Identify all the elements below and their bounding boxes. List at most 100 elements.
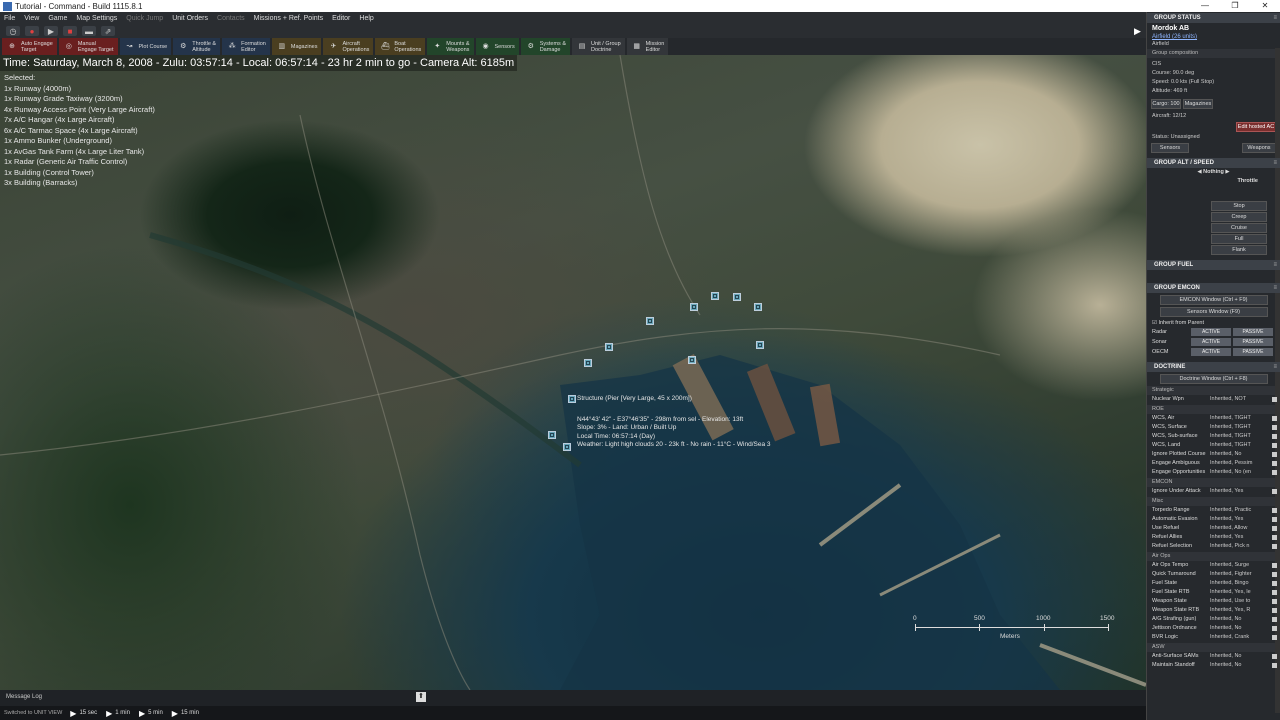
facility-unit-icon[interactable] (688, 356, 696, 364)
dropdown-icon[interactable] (1272, 572, 1277, 577)
dropdown-icon[interactable] (1272, 508, 1277, 513)
sonar-passive-toggle[interactable]: PASSIVE (1233, 338, 1273, 346)
toolbar-button-systems[interactable]: ⚙ Systems & Damage (520, 38, 570, 55)
dropdown-icon[interactable] (1272, 590, 1277, 595)
doctrine-window-button[interactable]: Doctrine Window (Ctrl + F8) (1159, 374, 1268, 384)
dropdown-icon[interactable] (1272, 461, 1277, 466)
doctrine-row[interactable]: WCS, Surface Inherited, TIGHT (1147, 423, 1280, 432)
dropdown-icon[interactable] (1272, 617, 1277, 622)
dropdown-icon[interactable] (1272, 626, 1277, 631)
menu-quick-jump[interactable]: Quick Jump (126, 15, 163, 22)
facility-unit-icon[interactable] (646, 317, 654, 325)
facility-unit-icon[interactable] (584, 359, 592, 367)
doctrine-row[interactable]: Engage Ambiguous Inherited, Pessim (1147, 459, 1280, 468)
map-view[interactable]: Time: Saturday, March 8, 2008 - Zulu: 03… (0, 55, 1146, 690)
play-icon[interactable]: ▶ (44, 26, 58, 36)
dropdown-icon[interactable] (1272, 654, 1277, 659)
emcon-window-button[interactable]: EMCON Window (Ctrl + F9) (1159, 295, 1268, 305)
doctrine-row[interactable]: Ignore Plotted Course Inherited, No (1147, 450, 1280, 459)
dropdown-icon[interactable] (1272, 526, 1277, 531)
sensors-button[interactable]: Sensors (1151, 143, 1189, 153)
doctrine-row[interactable]: Engage Opportunities Inherited, No (en (1147, 468, 1280, 477)
group-emcon-header[interactable]: GROUP EMCON ≡ (1147, 283, 1280, 293)
oecm-passive-toggle[interactable]: PASSIVE (1233, 348, 1273, 356)
toolbar-button-sensor[interactable]: ◉ Sensors (475, 38, 519, 55)
menu-map-settings[interactable]: Map Settings (76, 15, 117, 22)
sensors-window-button[interactable]: Sensors Window (F9) (1159, 307, 1268, 317)
dropdown-icon[interactable] (1272, 443, 1277, 448)
toolbar-button-magazine[interactable]: ▥ Magazines (271, 38, 322, 55)
time-step-15min[interactable]: 15 min (181, 710, 199, 716)
play-15sec-icon[interactable]: ▶ (70, 709, 76, 718)
doctrine-row[interactable]: BVR Logic Inherited, Crank (1147, 633, 1280, 642)
dropdown-icon[interactable] (1272, 470, 1277, 475)
maximize-button[interactable]: ❐ (1220, 0, 1250, 12)
toolbar-button-doctrine[interactable]: ▤ Unit / Group Doctrine (572, 38, 625, 55)
doctrine-row[interactable]: Nuclear Wpn Inherited, NOT (1147, 395, 1280, 404)
sonar-active-toggle[interactable]: ACTIVE (1191, 338, 1231, 346)
doctrine-row[interactable]: Automatic Evasion Inherited, Yes (1147, 515, 1280, 524)
inherit-parent-checkbox[interactable]: ☑ Inherit from Parent (1147, 319, 1280, 328)
facility-unit-icon[interactable] (754, 303, 762, 311)
toolbar-button-course[interactable]: ↝ Plot Course (119, 38, 172, 55)
doctrine-row[interactable]: WCS, Sub-surface Inherited, TIGHT (1147, 432, 1280, 441)
facility-unit-icon[interactable] (711, 292, 719, 300)
doctrine-row[interactable]: Ignore Under Attack Inherited, Yes (1147, 487, 1280, 496)
doctrine-row[interactable]: Refuel Selection Inherited, Pick n (1147, 542, 1280, 551)
doctrine-row[interactable]: WCS, Air Inherited, TIGHT (1147, 414, 1280, 423)
time-step-5min[interactable]: 5 min (148, 710, 163, 716)
radar-passive-toggle[interactable]: PASSIVE (1233, 328, 1273, 336)
toolbar-button-boat[interactable]: ⛴ Boat Operations (375, 38, 426, 55)
speed-creep-button[interactable]: Creep (1211, 212, 1267, 222)
play-1min-icon[interactable]: ▶ (106, 709, 112, 718)
dropdown-icon[interactable] (1272, 544, 1277, 549)
facility-unit-icon[interactable] (548, 431, 556, 439)
time-step-15sec[interactable]: 15 sec (79, 710, 97, 716)
alt-speed-header[interactable]: GROUP ALT / SPEED ≡ (1147, 158, 1280, 168)
menu-help[interactable]: Help (359, 15, 373, 22)
facility-unit-icon[interactable] (690, 303, 698, 311)
radar-active-toggle[interactable]: ACTIVE (1191, 328, 1231, 336)
toolbar-button-crosshair[interactable]: ⊕ Auto Engage Target (2, 38, 57, 55)
doctrine-row[interactable]: Fuel State Inherited, Bingo (1147, 579, 1280, 588)
link-icon[interactable]: ⇗ (101, 26, 115, 36)
weapons-button[interactable]: Weapons (1242, 143, 1276, 153)
doctrine-row[interactable]: Jettison Ordnance Inherited, No (1147, 624, 1280, 633)
speed-stop-button[interactable]: Stop (1211, 201, 1267, 211)
facility-unit-icon[interactable] (563, 443, 571, 451)
dropdown-icon[interactable] (1272, 581, 1277, 586)
toolbar-button-target[interactable]: ◎ Manual Engage Target (58, 38, 118, 55)
doctrine-row[interactable]: Fuel State RTB Inherited, Yes, le (1147, 588, 1280, 597)
group-composition[interactable]: Group composition (1147, 49, 1280, 58)
doctrine-row[interactable]: Maintain Standoff Inherited, No (1147, 661, 1280, 670)
doctrine-row[interactable]: Weapon State RTB Inherited, Yes, R (1147, 606, 1280, 615)
magazines-button[interactable]: Magazines (1183, 99, 1213, 109)
menu-contacts[interactable]: Contacts (217, 15, 245, 22)
doctrine-row[interactable]: Refuel Allies Inherited, Yes (1147, 533, 1280, 542)
menu-file[interactable]: File (4, 15, 15, 22)
dropdown-icon[interactable] (1272, 434, 1277, 439)
alt-selector[interactable]: ◀ Nothing ▶ (1147, 168, 1280, 177)
time-step-1min[interactable]: 1 min (115, 710, 130, 716)
facility-unit-icon[interactable] (605, 343, 613, 351)
oecm-active-toggle[interactable]: ACTIVE (1191, 348, 1231, 356)
dropdown-icon[interactable] (1272, 425, 1277, 430)
group-fuel-header[interactable]: GROUP FUEL ≡ (1147, 260, 1280, 270)
toolbar-button-weapons[interactable]: ✦ Mounts & Weapons (427, 38, 474, 55)
dropdown-icon[interactable] (1272, 452, 1277, 457)
dropdown-icon[interactable] (1272, 635, 1277, 640)
record-icon[interactable]: ■ (63, 26, 77, 36)
dropdown-icon[interactable] (1272, 416, 1277, 421)
speed-full-button[interactable]: Full (1211, 234, 1267, 244)
dropdown-icon[interactable] (1272, 599, 1277, 604)
camera-icon[interactable]: ▬ (82, 26, 96, 36)
facility-unit-icon[interactable] (756, 341, 764, 349)
menu-unit-orders[interactable]: Unit Orders (172, 15, 208, 22)
group-status-header[interactable]: GROUP STATUS ≡ (1147, 13, 1280, 23)
minimize-button[interactable]: — (1190, 0, 1220, 12)
menu-editor[interactable]: Editor (332, 15, 350, 22)
clock-icon[interactable]: ◷ (6, 26, 20, 36)
unit-link[interactable]: Airfield (26 units) (1147, 34, 1280, 41)
doctrine-row[interactable]: Torpedo Range Inherited, Practic (1147, 506, 1280, 515)
panel-collapse-arrow-icon[interactable]: ▶ (1134, 26, 1141, 37)
